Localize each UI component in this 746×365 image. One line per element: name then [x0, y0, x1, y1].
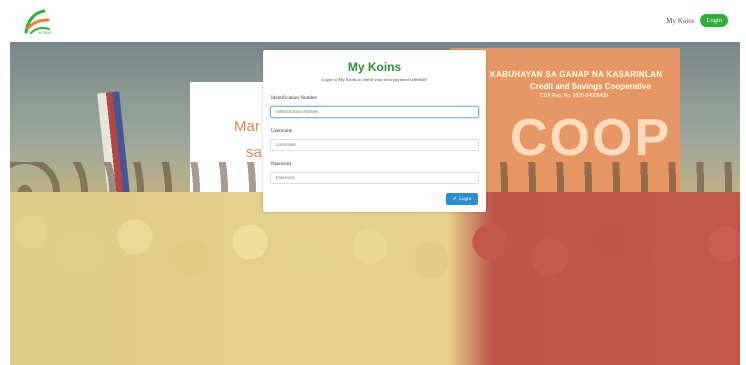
- coop-banner-line-1: KABUHAYAN SA GANAP NA KASARINLAN: [490, 70, 663, 79]
- koins-logo[interactable]: KOINS: [22, 8, 52, 36]
- nav-my-koins-link[interactable]: My Koins: [666, 17, 694, 25]
- login-submit-label: Login: [459, 196, 472, 202]
- password-input[interactable]: [270, 172, 479, 184]
- crowd-photo: [10, 192, 740, 365]
- left-banner-text-1: Mar: [234, 118, 260, 135]
- coop-banner-big-text: COOP: [510, 109, 672, 167]
- logo-wordmark: KOINS: [39, 30, 52, 35]
- login-card-title: My Koins: [347, 60, 402, 74]
- nav-links: My Koins Login: [666, 14, 728, 27]
- check-icon: ✔: [452, 197, 458, 202]
- identification-number-input[interactable]: [270, 106, 479, 118]
- identification-number-label: Identification Number: [271, 95, 318, 101]
- coop-banner-line-2: Credit and Savings Cooperative: [530, 82, 651, 91]
- password-label: Password: [271, 161, 291, 167]
- login-card-subtitle: Login to My Koins to check your next pay…: [321, 77, 428, 82]
- left-banner-text-2: sa: [246, 144, 262, 161]
- login-submit-button[interactable]: ✔ Login: [446, 193, 478, 205]
- login-card: My Koins Login to My Koins to check your…: [263, 50, 486, 212]
- username-input[interactable]: [270, 139, 479, 151]
- username-label: Username: [271, 128, 293, 134]
- coop-banner-line-3: CDA Reg. No. 9520-04008499: [540, 93, 608, 99]
- nav-login-button[interactable]: Login: [700, 14, 728, 27]
- top-navbar: KOINS My Koins Login: [0, 0, 746, 42]
